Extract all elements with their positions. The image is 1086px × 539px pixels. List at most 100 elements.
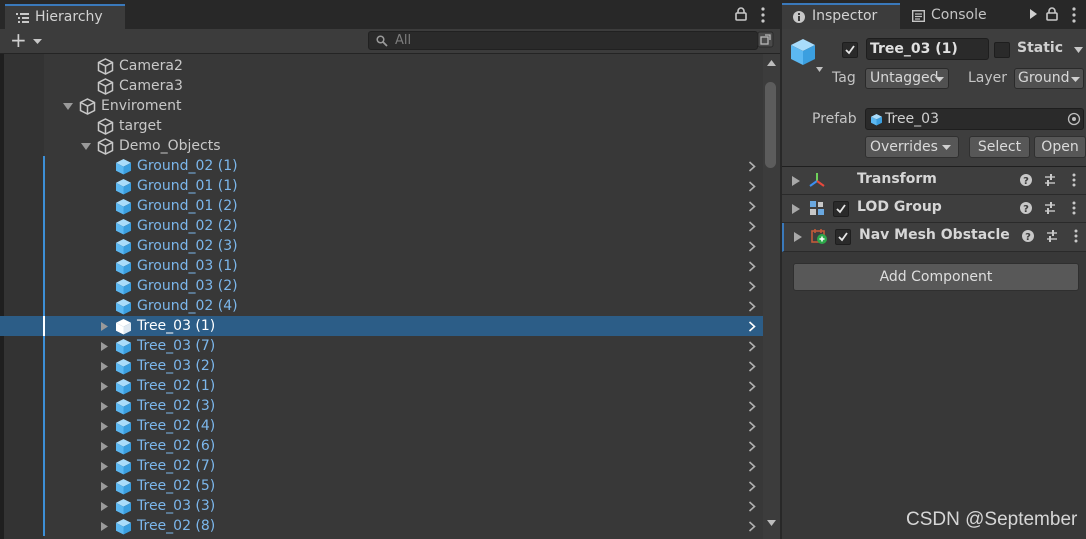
open-prefab-chevron-icon[interactable]	[748, 201, 756, 212]
static-dropdown-arrow-icon[interactable]	[1074, 47, 1083, 53]
open-prefab-chevron-icon[interactable]	[748, 161, 756, 172]
open-prefab-chevron-icon[interactable]	[748, 321, 756, 332]
open-prefab-chevron-icon[interactable]	[748, 221, 756, 232]
static-checkbox[interactable]	[994, 42, 1010, 58]
component-transform[interactable]: Transform ?	[782, 167, 1086, 195]
more-options-icon[interactable]	[761, 7, 765, 23]
hierarchy-row[interactable]: Camera3	[0, 76, 763, 96]
hierarchy-row[interactable]: Ground_02 (3)	[0, 236, 763, 256]
hierarchy-row[interactable]: Ground_02 (4)	[0, 296, 763, 316]
hierarchy-row[interactable]: Tree_03 (3)	[0, 496, 763, 516]
tab-console[interactable]: Console	[902, 3, 1024, 29]
expanded-arrow-icon[interactable]	[81, 142, 91, 151]
prefab-cube-icon[interactable]	[788, 37, 818, 67]
open-prefab-chevron-icon[interactable]	[748, 341, 756, 352]
collapsed-arrow-icon[interactable]	[99, 442, 109, 451]
collapsed-arrow-icon[interactable]	[99, 462, 109, 471]
fold-arrow-icon[interactable]	[792, 204, 800, 214]
component-menu-icon[interactable]	[1072, 173, 1076, 187]
help-icon[interactable]: ?	[1019, 201, 1033, 215]
open-prefab-chevron-icon[interactable]	[748, 281, 756, 292]
collapsed-arrow-icon[interactable]	[99, 382, 109, 391]
collapsed-arrow-icon[interactable]	[99, 322, 109, 331]
hierarchy-row[interactable]: Tree_03 (1)	[0, 316, 763, 336]
icon-dropdown-arrow-icon[interactable]	[816, 67, 823, 72]
lock-icon[interactable]	[735, 7, 747, 21]
open-prefab-chevron-icon[interactable]	[748, 521, 756, 532]
collapsed-arrow-icon[interactable]	[99, 342, 109, 351]
hierarchy-row[interactable]: Tree_03 (7)	[0, 336, 763, 356]
open-prefab-chevron-icon[interactable]	[748, 441, 756, 452]
tab-inspector[interactable]: Inspector	[782, 3, 900, 29]
hierarchy-row[interactable]: Tree_02 (3)	[0, 396, 763, 416]
help-icon[interactable]: ?	[1021, 229, 1035, 243]
component-menu-icon[interactable]	[1074, 229, 1078, 243]
component-lod-group[interactable]: LOD Group ?	[782, 195, 1086, 223]
presets-icon[interactable]	[1043, 201, 1057, 215]
vertical-scrollbar[interactable]	[763, 54, 780, 539]
open-prefab-chevron-icon[interactable]	[748, 421, 756, 432]
open-prefab-chevron-icon[interactable]	[748, 241, 756, 252]
collapsed-arrow-icon[interactable]	[99, 482, 109, 491]
open-prefab-chevron-icon[interactable]	[748, 261, 756, 272]
layer-dropdown[interactable]: Ground	[1014, 68, 1084, 89]
add-component-button[interactable]: Add Component	[793, 263, 1079, 291]
hierarchy-row[interactable]: Tree_03 (2)	[0, 356, 763, 376]
play-arrow-icon[interactable]	[1030, 9, 1037, 19]
inspector-lock-icon[interactable]	[1046, 7, 1058, 21]
open-prefab-chevron-icon[interactable]	[748, 401, 756, 412]
collapsed-arrow-icon[interactable]	[99, 362, 109, 371]
collapsed-arrow-icon[interactable]	[99, 422, 109, 431]
hierarchy-row[interactable]: Ground_02 (1)	[0, 156, 763, 176]
expanded-arrow-icon[interactable]	[63, 102, 73, 111]
overrides-button[interactable]: Overrides	[865, 136, 959, 158]
hierarchy-row[interactable]: Ground_01 (2)	[0, 196, 763, 216]
hierarchy-row[interactable]: Tree_02 (6)	[0, 436, 763, 456]
open-prefab-chevron-icon[interactable]	[748, 381, 756, 392]
open-prefab-chevron-icon[interactable]	[748, 301, 756, 312]
open-prefab-chevron-icon[interactable]	[748, 181, 756, 192]
hierarchy-row[interactable]: Tree_02 (8)	[0, 516, 763, 536]
hierarchy-row[interactable]: target	[0, 116, 763, 136]
hierarchy-row[interactable]: Ground_01 (1)	[0, 176, 763, 196]
collapsed-arrow-icon[interactable]	[99, 522, 109, 531]
scroll-down-icon[interactable]	[767, 520, 776, 526]
open-prefab-chevron-icon[interactable]	[748, 361, 756, 372]
hierarchy-row[interactable]: Camera2	[0, 56, 763, 76]
component-nav-mesh-obstacle[interactable]: Nav Mesh Obstacle ?	[782, 223, 1086, 252]
active-checkbox[interactable]	[842, 42, 858, 58]
nav-mesh-obstacle-enabled-checkbox[interactable]	[835, 229, 851, 245]
hierarchy-row[interactable]: Ground_03 (1)	[0, 256, 763, 276]
scroll-up-icon[interactable]	[767, 60, 776, 66]
lod-group-enabled-checkbox[interactable]	[833, 201, 849, 217]
hierarchy-row[interactable]: Ground_03 (2)	[0, 276, 763, 296]
scene-visibility-icon[interactable]	[757, 31, 774, 48]
hierarchy-row[interactable]: Tree_02 (5)	[0, 476, 763, 496]
gameobject-name-field[interactable]: Tree_03 (1)	[866, 38, 989, 60]
hierarchy-row[interactable]: Tree_02 (1)	[0, 376, 763, 396]
presets-icon[interactable]	[1043, 173, 1057, 187]
hierarchy-row[interactable]: Ground_02 (2)	[0, 216, 763, 236]
object-picker-icon[interactable]	[1067, 112, 1081, 126]
help-icon[interactable]: ?	[1019, 173, 1033, 187]
hierarchy-row[interactable]: Enviroment	[0, 96, 763, 116]
prefab-asset-field[interactable]: Tree_03	[865, 108, 1084, 130]
tab-hierarchy[interactable]: Hierarchy	[5, 4, 125, 29]
open-prefab-chevron-icon[interactable]	[748, 481, 756, 492]
open-prefab-chevron-icon[interactable]	[748, 501, 756, 512]
collapsed-arrow-icon[interactable]	[99, 402, 109, 411]
select-button[interactable]: Select	[969, 136, 1030, 158]
hierarchy-row[interactable]: Tree_02 (4)	[0, 416, 763, 436]
collapsed-arrow-icon[interactable]	[99, 502, 109, 511]
scrollbar-thumb[interactable]	[765, 82, 776, 168]
tag-dropdown[interactable]: Untagged	[865, 68, 949, 89]
hierarchy-row[interactable]: Demo_Objects	[0, 136, 763, 156]
fold-arrow-icon[interactable]	[792, 176, 800, 186]
inspector-more-icon[interactable]	[1072, 7, 1076, 23]
open-button[interactable]: Open	[1034, 136, 1086, 158]
presets-icon[interactable]	[1045, 229, 1059, 243]
component-menu-icon[interactable]	[1072, 201, 1076, 215]
hierarchy-row[interactable]: Tree_02 (7)	[0, 456, 763, 476]
open-prefab-chevron-icon[interactable]	[748, 461, 756, 472]
fold-arrow-icon[interactable]	[794, 232, 802, 242]
